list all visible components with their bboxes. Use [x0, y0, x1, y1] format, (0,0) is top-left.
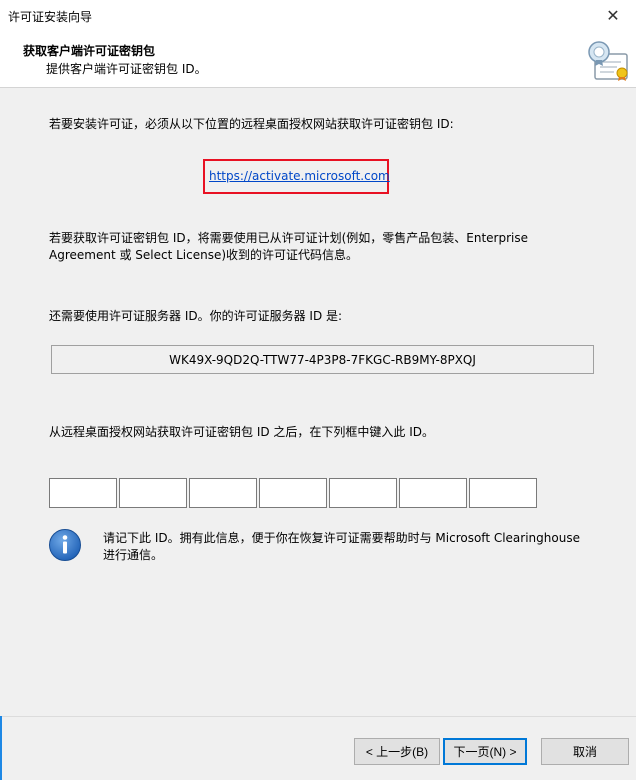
keypack-id-field-2[interactable] — [119, 478, 187, 508]
window-title: 许可证安装向导 — [8, 10, 93, 24]
enter-id-label: 从远程桌面授权网站获取许可证密钥包 ID 之后，在下列框中键入此 ID。 — [49, 425, 435, 439]
keypack-id-field-3[interactable] — [189, 478, 257, 508]
cancel-button[interactable]: 取消 — [541, 738, 629, 765]
next-button[interactable]: 下一页(N) > — [443, 738, 527, 765]
intro-text: 若要安装许可证，必须从以下位置的远程桌面授权网站获取许可证密钥包 ID: — [49, 117, 454, 131]
close-icon[interactable]: ✕ — [590, 0, 636, 30]
back-button[interactable]: < 上一步(B) — [354, 738, 440, 765]
server-id-value: WK49X-9QD2Q-TTW77-4P3P8-7FKGC-RB9MY-8PXQ… — [51, 345, 594, 374]
note-line-1: 请记下此 ID。拥有此信息，便于你在恢复许可证需要帮助时与 Microsoft … — [103, 531, 580, 545]
keypack-info-line-2: Agreement 或 Select License)收到的许可证代码信息。 — [49, 248, 359, 262]
keypack-id-field-1[interactable] — [49, 478, 117, 508]
activation-link[interactable]: https://activate.microsoft.com — [209, 169, 390, 183]
keypack-info-line-1: 若要获取许可证密钥包 ID，将需要使用已从许可证计划(例如，零售产品包装、Ent… — [49, 231, 529, 245]
activation-link-highlight: https://activate.microsoft.com — [203, 159, 390, 194]
page-title: 获取客户端许可证密钥包 — [23, 44, 156, 58]
note-line-2: 进行通信。 — [103, 548, 164, 562]
keypack-id-field-5[interactable] — [329, 478, 397, 508]
keypack-id-field-4[interactable] — [259, 478, 327, 508]
window-edge-accent — [0, 716, 2, 780]
server-id-label: 还需要使用许可证服务器 ID。你的许可证服务器 ID 是: — [49, 309, 343, 323]
keypack-id-field-6[interactable] — [399, 478, 467, 508]
info-icon — [49, 529, 81, 561]
page-subtitle: 提供客户端许可证密钥包 ID。 — [46, 62, 207, 76]
keypack-id-field-7[interactable] — [469, 478, 537, 508]
wizard-body: 若要安装许可证，必须从以下位置的远程桌面授权网站获取许可证密钥包 ID: htt… — [0, 89, 636, 716]
footer-divider — [0, 716, 636, 717]
wizard-header: 获取客户端许可证密钥包 提供客户端许可证密钥包 ID。 — [0, 30, 636, 88]
certificate-icon — [588, 41, 628, 81]
title-bar: 许可证安装向导 ✕ — [0, 0, 636, 30]
